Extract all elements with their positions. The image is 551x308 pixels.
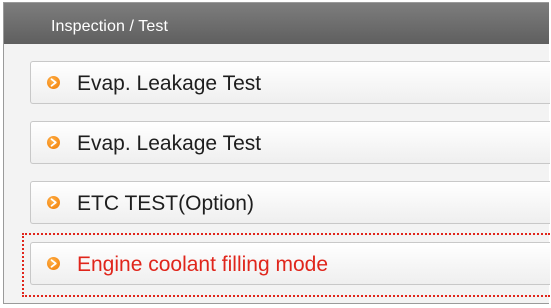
orange-arrow-bullet-icon — [47, 136, 60, 149]
orange-arrow-bullet-icon — [47, 257, 60, 270]
menu-item-label: Evap. Leakage Test — [77, 72, 262, 95]
menu-item-label: Engine coolant filling mode — [77, 253, 328, 276]
menu-item-evap-leakage-test-1[interactable]: Evap. Leakage Test — [30, 61, 550, 104]
orange-arrow-bullet-icon — [47, 196, 60, 209]
menu-item-label: ETC TEST(Option) — [77, 192, 254, 215]
section-header: Inspection / Test — [4, 3, 549, 44]
menu-item-etc-test-option[interactable]: ETC TEST(Option) — [30, 181, 550, 224]
inspection-test-panel: Inspection / Test Evap. Leakage Test Eva… — [3, 2, 550, 304]
section-title: Inspection / Test — [51, 18, 169, 35]
menu-item-engine-coolant-filling-mode[interactable]: Engine coolant filling mode — [30, 242, 550, 285]
orange-arrow-bullet-icon — [47, 76, 60, 89]
menu-item-evap-leakage-test-2[interactable]: Evap. Leakage Test — [30, 121, 550, 164]
menu-item-label: Evap. Leakage Test — [77, 132, 262, 155]
